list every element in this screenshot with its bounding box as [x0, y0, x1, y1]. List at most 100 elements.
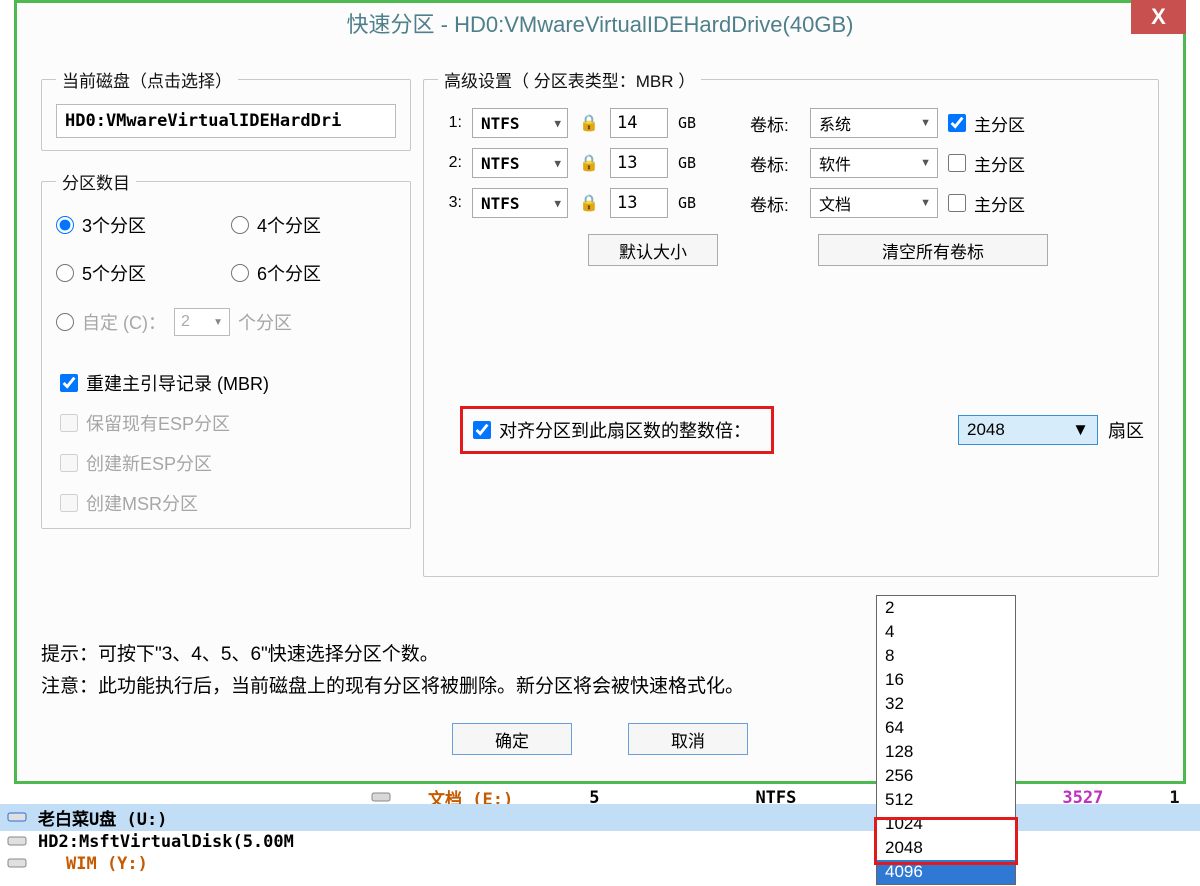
radio-input[interactable] — [56, 216, 74, 234]
dropdown-option[interactable]: 128 — [877, 740, 1015, 764]
align-highlight-box: 对齐分区到此扇区数的整数倍： — [460, 406, 774, 454]
close-icon: X — [1151, 4, 1166, 30]
row-index: 1: — [438, 114, 462, 132]
lock-icon: 🔒 — [578, 113, 600, 133]
current-disk-group: 当前磁盘（点击选择） HD0:VMwareVirtualIDEHardDri — [41, 67, 411, 151]
partition-rows: 1:NTFS▼🔒14GB卷标:系统▼主分区2:NTFS▼🔒13GB卷标:软件▼主… — [438, 104, 1144, 228]
dropdown-option[interactable]: 2 — [877, 596, 1015, 620]
primary-checkbox[interactable]: 主分区 — [948, 191, 1025, 216]
partition-row: 1:NTFS▼🔒14GB卷标:系统▼主分区 — [438, 108, 1144, 138]
drive-icon — [6, 832, 28, 852]
check-label: 创建MSR分区 — [86, 490, 198, 516]
size-field[interactable]: 14 — [610, 108, 668, 138]
check-new-msr: 创建MSR分区 — [60, 490, 396, 516]
checkbox-input[interactable] — [948, 194, 966, 212]
checkbox-input[interactable] — [948, 154, 966, 172]
radio-input[interactable] — [231, 216, 249, 234]
chevron-down-icon: ▼ — [920, 117, 931, 129]
volume-label-key: 卷标: — [750, 191, 800, 216]
lock-icon: 🔒 — [578, 153, 600, 173]
check-label: 保留现有ESP分区 — [86, 410, 230, 436]
volume-label-combo[interactable]: 软件▼ — [810, 148, 938, 178]
dropdown-option[interactable]: 32 — [877, 692, 1015, 716]
volume-label-combo[interactable]: 系统▼ — [810, 108, 938, 138]
ok-button[interactable]: 确定 — [452, 723, 572, 755]
check-label: 重建主引导记录 (MBR) — [86, 370, 269, 396]
check-rebuild-mbr[interactable]: 重建主引导记录 (MBR) — [60, 370, 396, 396]
dropdown-option[interactable]: 4096 — [877, 860, 1015, 884]
align-checkbox[interactable] — [473, 421, 491, 439]
dropdown-option[interactable]: 1024 — [877, 812, 1015, 836]
sector-dropdown-list[interactable]: 248163264128256512102420484096 — [876, 595, 1016, 885]
volume-label-key: 卷标: — [750, 151, 800, 176]
radio-4-partitions[interactable]: 4个分区 — [231, 212, 396, 238]
check-new-esp: 创建新ESP分区 — [60, 450, 396, 476]
radio-3-partitions[interactable]: 3个分区 — [56, 212, 221, 238]
current-disk-field[interactable]: HD0:VMwareVirtualIDEHardDri — [56, 104, 396, 138]
dropdown-option[interactable]: 2048 — [877, 836, 1015, 860]
spinner-value: 2 — [181, 313, 190, 331]
partition-row: 2:NTFS▼🔒13GB卷标:软件▼主分区 — [438, 148, 1144, 178]
default-size-button[interactable]: 默认大小 — [588, 234, 718, 266]
titlebar: 快速分区 - HD0:VMwareVirtualIDEHardDrive(40G… — [17, 3, 1183, 43]
current-disk-legend: 当前磁盘（点击选择） — [56, 67, 238, 92]
sector-count-combo[interactable]: 2048 ▼ — [958, 415, 1098, 445]
radio-input[interactable] — [56, 313, 74, 331]
checkbox-input — [60, 494, 78, 512]
dropdown-option[interactable]: 4 — [877, 620, 1015, 644]
background-disk-list: 老白菜U盘 (U:)HD2:MsftVirtualDisk(5.00MWIM (… — [0, 784, 1200, 886]
dropdown-option[interactable]: 16 — [877, 668, 1015, 692]
partition-count-legend: 分区数目 — [56, 169, 136, 194]
background-disk-row[interactable]: HD2:MsftVirtualDisk(5.00M — [0, 831, 1200, 853]
size-field[interactable]: 13 — [610, 188, 668, 218]
sector-unit: 扇区 — [1108, 417, 1144, 443]
lock-icon: 🔒 — [578, 193, 600, 213]
advanced-settings-group: 高级设置（ 分区表类型：MBR ） 1:NTFS▼🔒14GB卷标:系统▼主分区2… — [423, 67, 1159, 577]
primary-checkbox[interactable]: 主分区 — [948, 151, 1025, 176]
chevron-down-icon: ▼ — [554, 157, 561, 170]
dropdown-option[interactable]: 256 — [877, 764, 1015, 788]
filesystem-combo[interactable]: NTFS▼ — [472, 188, 568, 218]
volume-label-combo[interactable]: 文档▼ — [810, 188, 938, 218]
chevron-down-icon: ▼ — [554, 197, 561, 210]
primary-label: 主分区 — [974, 191, 1025, 216]
check-keep-esp: 保留现有ESP分区 — [60, 410, 396, 436]
radio-input[interactable] — [56, 264, 74, 282]
primary-checkbox[interactable]: 主分区 — [948, 111, 1025, 136]
background-disk-row[interactable]: 老白菜U盘 (U:) — [0, 804, 1200, 831]
window-title: 快速分区 - HD0:VMwareVirtualIDEHardDrive(40G… — [347, 7, 854, 39]
dropdown-option[interactable]: 512 — [877, 788, 1015, 812]
filesystem-combo[interactable]: NTFS▼ — [472, 148, 568, 178]
radio-label: 5个分区 — [82, 260, 146, 286]
primary-label: 主分区 — [974, 151, 1025, 176]
background-disk-row[interactable]: WIM (Y:) — [0, 853, 1200, 875]
checkbox-input[interactable] — [948, 114, 966, 132]
cancel-button[interactable]: 取消 — [628, 723, 748, 755]
checkbox-input — [60, 414, 78, 432]
checkbox-input — [60, 454, 78, 472]
radio-custom-partitions[interactable]: 自定 (C)： 2 ▼ 个分区 — [56, 308, 396, 336]
chevron-down-icon: ▼ — [554, 117, 561, 130]
radio-input[interactable] — [231, 264, 249, 282]
size-field[interactable]: 13 — [610, 148, 668, 178]
align-label: 对齐分区到此扇区数的整数倍： — [499, 417, 751, 443]
clear-labels-button[interactable]: 清空所有卷标 — [818, 234, 1048, 266]
radio-label: 4个分区 — [257, 212, 321, 238]
primary-label: 主分区 — [974, 111, 1025, 136]
volume-label-key: 卷标: — [750, 111, 800, 136]
size-unit: GB — [678, 194, 712, 212]
checkbox-input[interactable] — [60, 374, 78, 392]
radio-label: 6个分区 — [257, 260, 321, 286]
chevron-down-icon: ▼ — [1072, 420, 1089, 440]
row-index: 3: — [438, 194, 462, 212]
close-button[interactable]: X — [1131, 0, 1186, 34]
chevron-down-icon: ▼ — [920, 157, 931, 169]
dropdown-option[interactable]: 64 — [877, 716, 1015, 740]
radio-5-partitions[interactable]: 5个分区 — [56, 260, 221, 286]
disk-label: HD2:MsftVirtualDisk(5.00M — [38, 832, 294, 852]
custom-count-spinner[interactable]: 2 ▼ — [174, 308, 230, 336]
dropdown-option[interactable]: 8 — [877, 644, 1015, 668]
combo-value: 2048 — [967, 420, 1005, 440]
radio-6-partitions[interactable]: 6个分区 — [231, 260, 396, 286]
filesystem-combo[interactable]: NTFS▼ — [472, 108, 568, 138]
